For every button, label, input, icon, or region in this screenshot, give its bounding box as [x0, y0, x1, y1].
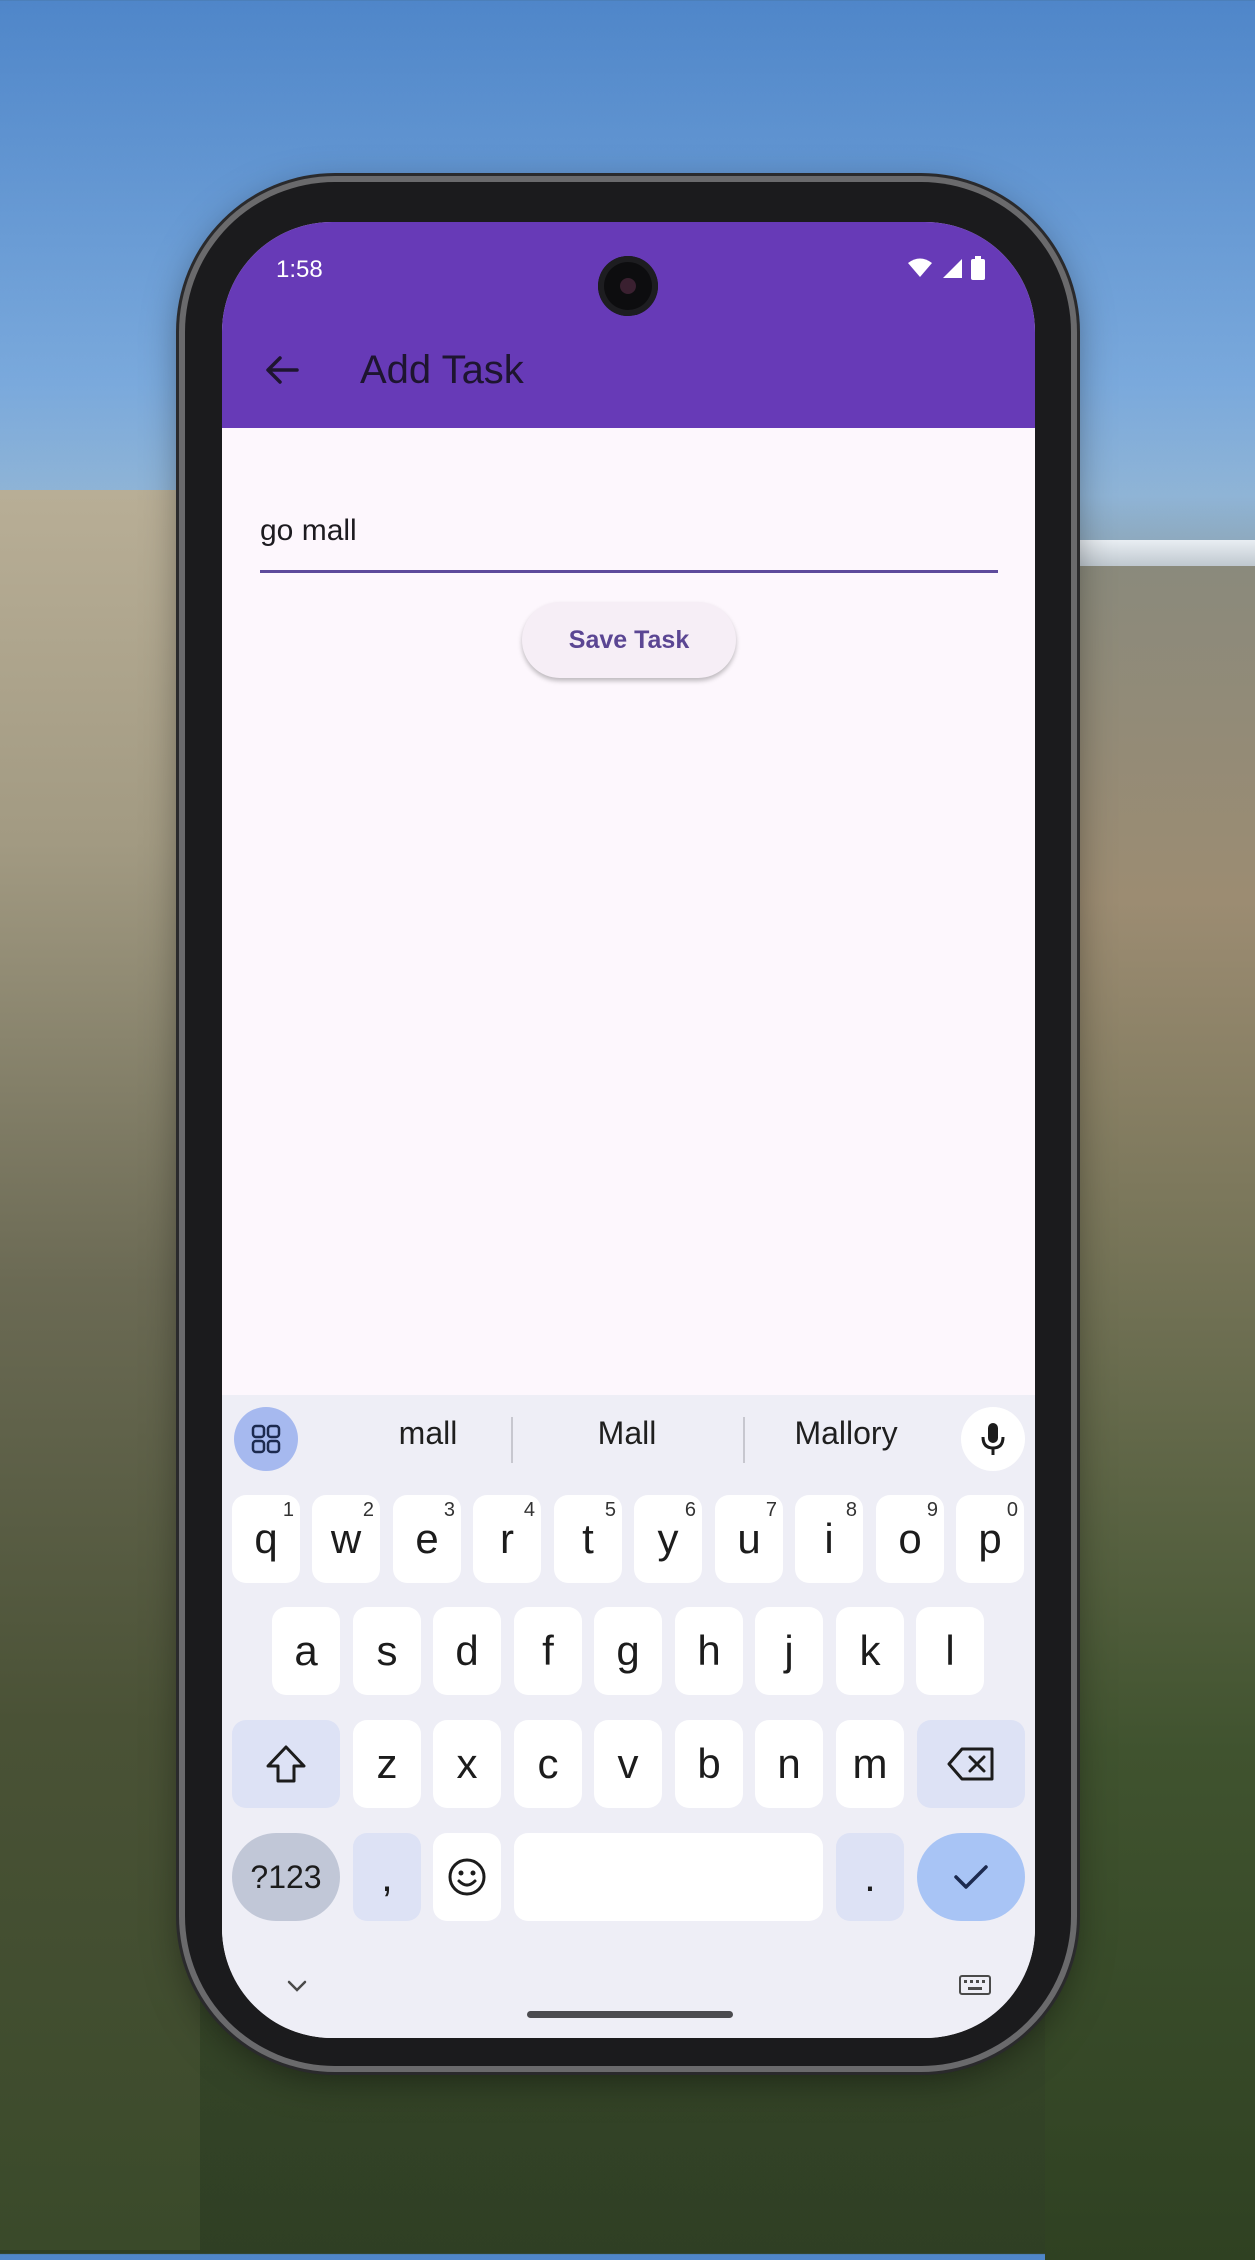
page-title: Add Task: [360, 348, 524, 392]
background-cliff-left: [0, 490, 200, 2250]
suggestion-2[interactable]: Mall: [527, 1415, 727, 1452]
phone-screen: 1:58 Add Task Save Task: [222, 222, 1035, 2038]
key-y[interactable]: y6: [634, 1495, 702, 1583]
key-w[interactable]: w2: [312, 1495, 380, 1583]
app-bar: 1:58 Add Task: [222, 222, 1035, 428]
arrow-back-icon: [266, 356, 299, 384]
suggestion-3[interactable]: Mallory: [746, 1415, 946, 1452]
backspace-icon: [947, 1747, 994, 1781]
switch-keyboard-button[interactable]: [959, 1975, 991, 2000]
key-label: e: [415, 1515, 439, 1562]
suggestion-divider: [511, 1417, 513, 1463]
on-screen-keyboard: mall Mall Mallory q1 w2 e3 r4 t5 y6 u7 i…: [222, 1395, 1035, 2038]
key-u[interactable]: u7: [715, 1495, 783, 1583]
key-hint: 3: [443, 1499, 455, 1521]
home-indicator[interactable]: [527, 2011, 733, 2018]
task-input[interactable]: [260, 492, 998, 573]
key-label: u: [737, 1515, 761, 1562]
key-b[interactable]: b: [675, 1720, 743, 1808]
key-a[interactable]: a: [272, 1607, 340, 1695]
key-h[interactable]: h: [675, 1607, 743, 1695]
front-camera: [598, 256, 658, 316]
key-hint: 6: [684, 1499, 696, 1521]
key-g[interactable]: g: [594, 1607, 662, 1695]
emoji-key[interactable]: [433, 1833, 501, 1921]
hide-keyboard-button[interactable]: [286, 1979, 308, 1998]
status-time: 1:58: [276, 256, 323, 283]
key-i[interactable]: i8: [795, 1495, 863, 1583]
period-key[interactable]: .: [836, 1833, 904, 1921]
key-s[interactable]: s: [353, 1607, 421, 1695]
key-m[interactable]: m: [836, 1720, 904, 1808]
key-hint: 7: [765, 1499, 777, 1521]
key-j[interactable]: j: [755, 1607, 823, 1695]
key-label: r: [500, 1515, 514, 1562]
key-hint: 4: [523, 1499, 535, 1521]
comma-key[interactable]: ,: [353, 1833, 421, 1921]
key-l[interactable]: l: [916, 1607, 984, 1695]
key-x[interactable]: x: [433, 1720, 501, 1808]
key-v[interactable]: v: [594, 1720, 662, 1808]
key-label: q: [254, 1515, 278, 1562]
backspace-key[interactable]: [917, 1720, 1025, 1808]
status-icons: [907, 256, 985, 280]
key-hint: 9: [926, 1499, 938, 1521]
shift-key[interactable]: [232, 1720, 340, 1808]
key-o[interactable]: o9: [876, 1495, 944, 1583]
emoji-icon: [448, 1858, 486, 1896]
apps-grid-icon: [251, 1424, 281, 1454]
key-r[interactable]: r4: [473, 1495, 541, 1583]
key-hint: 1: [282, 1499, 294, 1521]
key-z[interactable]: z: [353, 1720, 421, 1808]
back-button[interactable]: [258, 346, 306, 394]
key-p[interactable]: p0: [956, 1495, 1024, 1583]
key-d[interactable]: d: [433, 1607, 501, 1695]
keyboard-icon: [959, 1975, 991, 1995]
voice-input-button[interactable]: [961, 1407, 1025, 1471]
key-t[interactable]: t5: [554, 1495, 622, 1583]
battery-icon: [971, 256, 985, 280]
background-snow: [1075, 540, 1255, 566]
enter-key[interactable]: [917, 1833, 1025, 1921]
symbols-key[interactable]: ?123: [232, 1833, 340, 1921]
keyboard-apps-button[interactable]: [234, 1407, 298, 1471]
check-icon: [954, 1865, 988, 1889]
key-label: i: [824, 1515, 834, 1562]
suggestion-1[interactable]: mall: [328, 1415, 528, 1452]
key-e[interactable]: e3: [393, 1495, 461, 1583]
key-f[interactable]: f: [514, 1607, 582, 1695]
suggestion-bar: mall Mall Mallory: [222, 1395, 1035, 1485]
key-hint: 2: [362, 1499, 374, 1521]
key-hint: 5: [604, 1499, 616, 1521]
key-hint: 0: [1006, 1499, 1018, 1521]
key-label: o: [898, 1515, 922, 1562]
wifi-icon: [908, 258, 932, 277]
background-cliff-right: [1045, 560, 1255, 2260]
shift-icon: [266, 1745, 306, 1783]
microphone-icon: [981, 1423, 1005, 1455]
key-label: y: [657, 1515, 679, 1562]
key-label: p: [978, 1515, 1002, 1562]
save-task-button[interactable]: Save Task: [522, 602, 736, 678]
space-key[interactable]: [514, 1833, 823, 1921]
signal-icon: [943, 259, 962, 278]
key-hint: 8: [845, 1499, 857, 1521]
key-c[interactable]: c: [514, 1720, 582, 1808]
key-n[interactable]: n: [755, 1720, 823, 1808]
key-q[interactable]: q1: [232, 1495, 300, 1583]
key-k[interactable]: k: [836, 1607, 904, 1695]
chevron-down-icon: [287, 1980, 307, 1992]
suggestion-divider: [743, 1417, 745, 1463]
key-label: w: [330, 1515, 362, 1562]
key-label: t: [582, 1515, 594, 1562]
